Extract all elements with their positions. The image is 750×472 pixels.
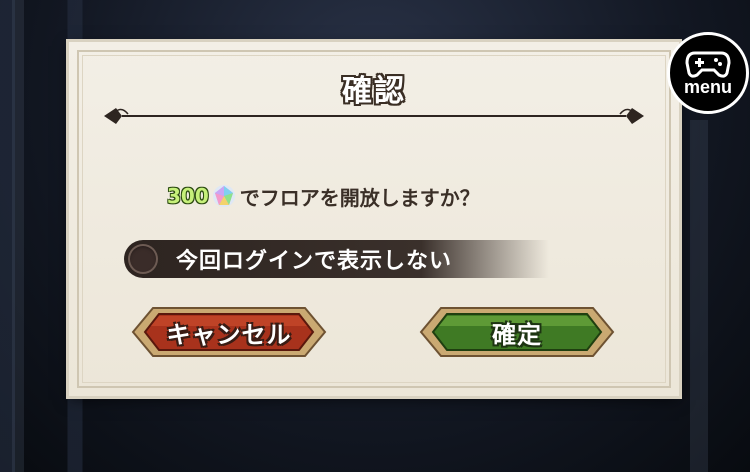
confirm-button-frame: [419, 307, 615, 357]
toggle-label: 今回ログインで表示しない: [176, 249, 453, 274]
background-pillar: [690, 120, 708, 472]
gamepad-icon: [685, 51, 731, 78]
menu-label: menu: [683, 76, 732, 97]
dialog-title: 確認: [342, 74, 406, 109]
toggle-checkbox[interactable]: [128, 244, 158, 274]
menu-button[interactable]: menu: [667, 32, 749, 114]
background-pillar: [12, 0, 24, 472]
ornamental-divider: [104, 108, 644, 124]
message-text: でフロアを開放しますか？: [239, 185, 480, 210]
confirm-button[interactable]: 確定: [419, 302, 615, 362]
cancel-button[interactable]: キャンセル: [131, 302, 327, 362]
confirm-message: 300 でフロアを開放しますか？: [167, 182, 480, 210]
cancel-button-label: キャンセル: [166, 320, 292, 349]
confirm-dialog: 確認 300 でフロアを開放しますか？ 今回ログインで表示しない キャンセル 確…: [69, 42, 679, 396]
confirm-button-label: 確定: [492, 320, 542, 349]
rainbow-gem-icon: [212, 185, 235, 207]
cancel-button-frame: [131, 307, 327, 357]
dont-show-again-toggle[interactable]: 今回ログインで表示しない: [124, 240, 549, 278]
gem-cost: 300: [167, 184, 209, 208]
